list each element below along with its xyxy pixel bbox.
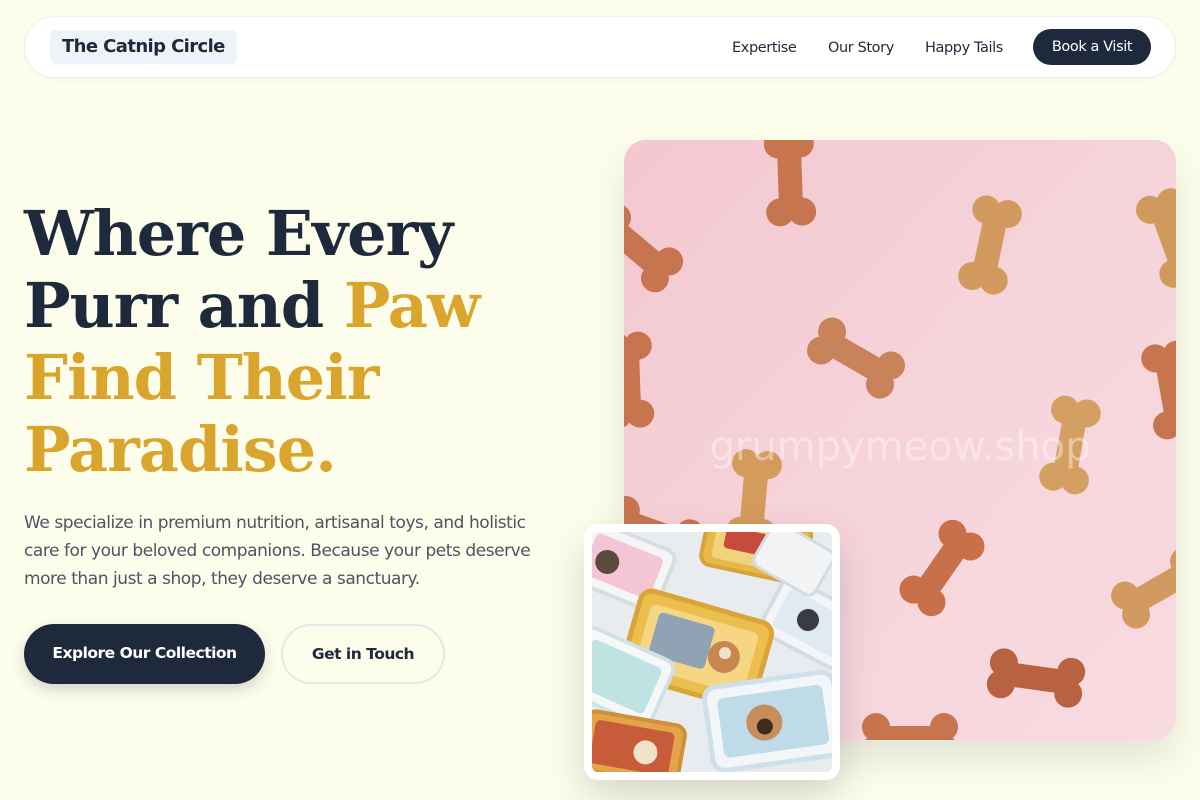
headline-line-3: Find Their (24, 341, 379, 414)
book-visit-button[interactable]: Book a Visit (1033, 29, 1151, 65)
inset-image-pet-food-trays (592, 532, 832, 772)
nav-link-our-story[interactable]: Our Story (828, 38, 894, 58)
hero-description: We specialize in premium nutrition, arti… (24, 513, 531, 589)
nav-link-expertise[interactable]: Expertise (732, 38, 797, 58)
headline-line-1: Where Every (24, 197, 453, 270)
brand-logo[interactable]: The Catnip Circle (50, 30, 237, 64)
get-in-touch-button[interactable]: Get in Touch (281, 624, 445, 684)
explore-collection-button[interactable]: Explore Our Collection (24, 624, 265, 684)
headline-purr-and: Purr and (24, 269, 324, 342)
nav-link-happy-tails[interactable]: Happy Tails (925, 38, 1003, 58)
headline-line-2: Purr and Paw (24, 270, 584, 342)
top-navigation-bar: The Catnip Circle Expertise Our Story Ha… (24, 16, 1176, 78)
headline-line-4: Paradise. (24, 413, 337, 486)
hero-headline: Where Every Purr and Paw Find Their Para… (24, 198, 584, 486)
inset-image-card (584, 524, 840, 780)
headline-paw: Paw (343, 269, 481, 342)
main-image-watermark: grumpymeow.shop (709, 424, 1090, 470)
